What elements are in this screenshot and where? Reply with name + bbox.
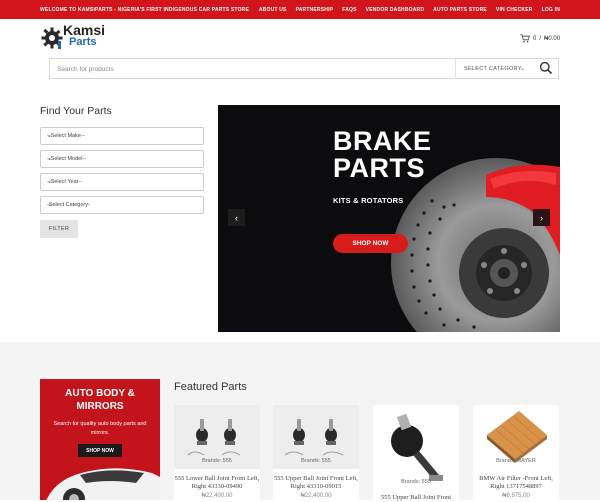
welcome-text: WELCOME TO KAMSIPARTS - NIGERIA'S FIRST …	[40, 7, 250, 13]
select-model[interactable]: --Select Model-- ⌄	[40, 150, 204, 168]
select-year[interactable]: --Select Year-- ⌄	[40, 173, 204, 191]
slider-next-button[interactable]: ›	[533, 209, 550, 226]
chevron-down-icon: ⌄	[47, 202, 53, 208]
search-icon[interactable]	[539, 61, 553, 75]
promo-title: AUTO BODY & MIRRORS	[40, 387, 160, 413]
banner-subtitle: KITS & ROTATORS	[333, 196, 404, 205]
product-price: ₦6,975.00	[502, 493, 530, 499]
product-price: ₦22,400.00	[201, 493, 233, 499]
product-brand: Brands: 555	[202, 458, 232, 464]
banner-title-line-2: PARTS	[333, 153, 426, 183]
banner-title: BRAKE PARTS	[333, 128, 432, 182]
chevron-down-icon: ⌄	[520, 66, 526, 72]
promo-subtitle: Search for quality auto body parts and m…	[53, 421, 147, 436]
product-name[interactable]: 555 Lower Ball Joint Front Left, Right 4…	[174, 475, 260, 491]
hero-banner: BRAKE PARTS KITS & ROTATORS SHOP NOW ‹ ›	[218, 105, 560, 332]
promo-title-line-2: MIRRORS	[76, 401, 124, 412]
product-card[interactable]: Brands: 555 555 Lower Ball Joint Front L…	[174, 405, 260, 500]
nav-partnership[interactable]: PARTNERSHIP	[296, 7, 334, 13]
cart[interactable]: 0 / ₦0.00	[520, 34, 560, 43]
product-card[interactable]: Brands: MAYER BMW Air Filter -Front Left…	[473, 405, 559, 500]
product-card[interactable]: Brands: 555 555 Upper Ball Joint Front L…	[273, 405, 359, 500]
gear-icon	[41, 27, 63, 49]
site-logo[interactable]: Kamsi Parts	[41, 22, 116, 52]
nav-auto-parts-store[interactable]: AUTO PARTS STORE	[433, 7, 487, 13]
product-price: ₦22,400.00	[300, 493, 332, 499]
nav-log-in[interactable]: LOG IN	[542, 7, 560, 13]
chevron-down-icon: ⌄	[47, 179, 53, 185]
cart-separator: /	[539, 35, 542, 42]
product-brand: Brands: MAYER	[496, 458, 536, 464]
cart-total: ₦0.00	[544, 35, 561, 42]
promo-auto-body[interactable]: AUTO BODY & MIRRORS Search for quality a…	[40, 379, 160, 500]
promo-title-line-1: AUTO BODY &	[65, 388, 135, 399]
category-select[interactable]: SELECT CATEGORY ⌄	[455, 59, 580, 78]
logo-word-2: Parts	[69, 36, 97, 48]
cart-count: 0	[533, 35, 537, 42]
category-select-label: SELECT CATEGORY	[464, 66, 522, 72]
chevron-down-icon: ⌄	[47, 156, 53, 162]
car-image	[46, 468, 160, 500]
top-bar: WELCOME TO KAMSIPARTS - NIGERIA'S FIRST …	[0, 0, 600, 19]
nav-vin-checker[interactable]: VIN CHECKER	[496, 7, 533, 13]
select-category[interactable]: -Select Category- ⌄	[40, 196, 204, 214]
search-bar: Search for products SELECT CATEGORY ⌄	[49, 58, 559, 79]
chevron-left-icon: ‹	[235, 212, 238, 223]
product-brand: Brands: 555	[401, 479, 431, 485]
search-input[interactable]: Search for products	[57, 66, 114, 73]
cart-icon	[520, 34, 530, 43]
select-make[interactable]: --Select Make-- ⌄	[40, 127, 204, 145]
finder-title: Find Your Parts	[40, 105, 112, 117]
slider-prev-button[interactable]: ‹	[228, 209, 245, 226]
chevron-right-icon: ›	[540, 212, 543, 223]
banner-shop-now-button[interactable]: SHOP NOW	[333, 234, 408, 253]
product-name[interactable]: BMW Air Filter -Front Left, Right 137175…	[473, 475, 559, 491]
product-name[interactable]: 555 Upper Ball Joint Front	[373, 494, 459, 502]
featured-title: Featured Parts	[174, 381, 247, 393]
product-card[interactable]: Brands: 555 555 Upper Ball Joint Front	[373, 405, 459, 502]
parts-finder: Find Your Parts --Select Make-- ⌄ --Sele…	[40, 105, 205, 238]
chevron-down-icon: ⌄	[47, 133, 53, 139]
product-name[interactable]: 555 Upper Ball Joint Front Left, Right 4…	[273, 475, 359, 491]
nav-vendor-dashboard[interactable]: VENDOR DASHBOARD	[366, 7, 424, 13]
nav-about-us[interactable]: ABOUT US	[259, 7, 287, 13]
top-nav: ABOUT US PARTNERSHIP FAQS VENDOR DASHBOA…	[259, 7, 560, 13]
filter-button[interactable]: FILTER	[40, 220, 78, 238]
nav-faqs[interactable]: FAQS	[342, 7, 356, 13]
banner-title-line-1: BRAKE	[333, 126, 432, 156]
product-brand: Brands: 555	[301, 458, 331, 464]
